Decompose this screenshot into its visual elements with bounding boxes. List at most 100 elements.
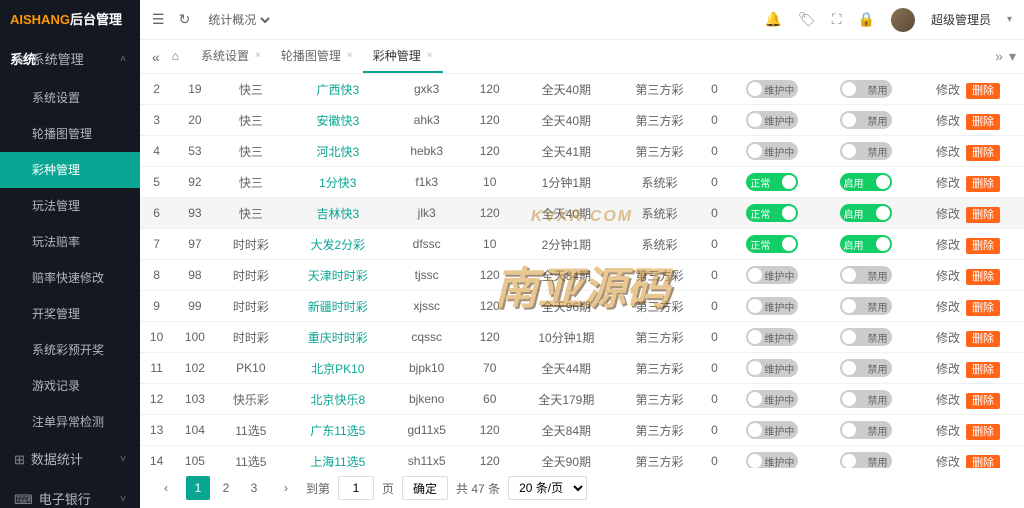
user-name[interactable]: 超级管理员 [931, 11, 991, 28]
modify-button[interactable]: 修改 [936, 393, 960, 407]
lottery-name[interactable]: 1分快3 [285, 167, 391, 198]
status-toggle[interactable]: 正常 [746, 173, 798, 191]
enable-toggle[interactable]: 禁用 [840, 421, 892, 439]
table-row[interactable]: 453快三河北快3hebk3120全天41期第三方彩0维护中禁用修改删除 [140, 136, 1024, 167]
lottery-name[interactable]: 安徽快3 [285, 105, 391, 136]
lock-icon[interactable]: 🔒 [858, 11, 875, 28]
lottery-name[interactable]: 北京快乐8 [285, 384, 391, 415]
delete-button[interactable]: 删除 [966, 424, 1000, 440]
menu-sub-item[interactable]: 赔率快速修改 [0, 260, 140, 296]
table-row[interactable]: 219快三广西快3gxk3120全天40期第三方彩0维护中禁用修改删除 [140, 74, 1024, 105]
status-toggle[interactable]: 维护中 [746, 328, 798, 346]
menu-group[interactable]: ⌨电子银行˅ [0, 480, 140, 508]
status-toggle[interactable]: 维护中 [746, 142, 798, 160]
table-row[interactable]: 1310411选5广东11选5gd11x5120全天84期第三方彩0维护中禁用修… [140, 415, 1024, 446]
pager-go-button[interactable]: 确定 [402, 476, 448, 500]
enable-toggle[interactable]: 禁用 [840, 328, 892, 346]
enable-toggle[interactable]: 禁用 [840, 297, 892, 315]
enable-toggle[interactable]: 禁用 [840, 111, 892, 129]
menu-sub-item[interactable]: 系统设置 [0, 80, 140, 116]
menu-group[interactable]: ⚙系统管理˄ [0, 40, 140, 80]
pager-prev[interactable]: ‹ [154, 476, 178, 500]
delete-button[interactable]: 删除 [966, 207, 1000, 223]
lottery-name[interactable]: 大发2分彩 [285, 229, 391, 260]
delete-button[interactable]: 删除 [966, 83, 1000, 99]
tab-close-icon[interactable]: × [347, 50, 353, 61]
modify-button[interactable]: 修改 [936, 455, 960, 469]
menu-sub-item[interactable]: 开奖管理 [0, 296, 140, 332]
status-toggle[interactable]: 维护中 [746, 390, 798, 408]
delete-button[interactable]: 删除 [966, 238, 1000, 254]
pager-page[interactable]: 3 [242, 476, 266, 500]
delete-button[interactable]: 删除 [966, 176, 1000, 192]
delete-button[interactable]: 删除 [966, 393, 1000, 409]
status-toggle[interactable]: 维护中 [746, 421, 798, 439]
menu-sub-item[interactable]: 玩法赔率 [0, 224, 140, 260]
delete-button[interactable]: 删除 [966, 331, 1000, 347]
pager-next[interactable]: › [274, 476, 298, 500]
pager-jump-input[interactable] [338, 476, 374, 500]
status-toggle[interactable]: 维护中 [746, 266, 798, 284]
lottery-name[interactable]: 北京PK10 [285, 353, 391, 384]
status-toggle[interactable]: 维护中 [746, 452, 798, 468]
lottery-name[interactable]: 上海11选5 [285, 446, 391, 469]
table-row[interactable]: 693快三吉林快3jlk3120全天40期系统彩0正常启用修改删除 [140, 198, 1024, 229]
lottery-name[interactable]: 河北快3 [285, 136, 391, 167]
chevron-down-icon[interactable]: ▾ [1007, 14, 1012, 25]
menu-toggle-icon[interactable]: ☰ [152, 11, 165, 28]
pager-page[interactable]: 2 [214, 476, 238, 500]
menu-sub-item[interactable]: 彩种管理 [0, 152, 140, 188]
enable-toggle[interactable]: 禁用 [840, 80, 892, 98]
modify-button[interactable]: 修改 [936, 362, 960, 376]
tab-home[interactable]: ⌂ [164, 41, 187, 73]
status-toggle[interactable]: 维护中 [746, 111, 798, 129]
expand-icon[interactable]: ⛶ [832, 11, 842, 28]
tab[interactable]: 系统设置 × [191, 41, 271, 73]
enable-toggle[interactable]: 禁用 [840, 390, 892, 408]
pager-page[interactable]: 1 [186, 476, 210, 500]
delete-button[interactable]: 删除 [966, 455, 1000, 469]
table-row[interactable]: 797时时彩大发2分彩dfssc102分钟1期系统彩0正常启用修改删除 [140, 229, 1024, 260]
modify-button[interactable]: 修改 [936, 424, 960, 438]
modify-button[interactable]: 修改 [936, 114, 960, 128]
delete-button[interactable]: 删除 [966, 362, 1000, 378]
status-toggle[interactable]: 正常 [746, 204, 798, 222]
lottery-name[interactable]: 天津时时彩 [285, 260, 391, 291]
modify-button[interactable]: 修改 [936, 300, 960, 314]
refresh-icon[interactable]: ↻ [179, 11, 191, 28]
tabs-prev-icon[interactable]: « [152, 49, 160, 65]
delete-button[interactable]: 删除 [966, 269, 1000, 285]
enable-toggle[interactable]: 启用 [840, 204, 892, 222]
tabs-next-icon[interactable]: » [995, 48, 1003, 65]
menu-sub-item[interactable]: 游戏记录 [0, 368, 140, 404]
modify-button[interactable]: 修改 [936, 269, 960, 283]
enable-toggle[interactable]: 禁用 [840, 266, 892, 284]
lottery-name[interactable]: 重庆时时彩 [285, 322, 391, 353]
tabs-menu-icon[interactable]: ▾ [1009, 48, 1016, 65]
modify-button[interactable]: 修改 [936, 331, 960, 345]
enable-toggle[interactable]: 禁用 [840, 452, 892, 468]
modify-button[interactable]: 修改 [936, 176, 960, 190]
delete-button[interactable]: 删除 [966, 300, 1000, 316]
enable-toggle[interactable]: 启用 [840, 235, 892, 253]
enable-toggle[interactable]: 启用 [840, 173, 892, 191]
delete-button[interactable]: 删除 [966, 114, 1000, 130]
menu-sub-item[interactable]: 玩法管理 [0, 188, 140, 224]
table-row[interactable]: 1410511选5上海11选5sh11x5120全天90期第三方彩0维护中禁用修… [140, 446, 1024, 469]
status-toggle[interactable]: 正常 [746, 235, 798, 253]
modify-button[interactable]: 修改 [936, 207, 960, 221]
tab[interactable]: 轮播图管理 × [271, 41, 363, 73]
status-toggle[interactable]: 维护中 [746, 297, 798, 315]
tab-close-icon[interactable]: × [255, 50, 261, 61]
table-row[interactable]: 898时时彩天津时时彩tjssc120全天84期第三方彩0维护中禁用修改删除 [140, 260, 1024, 291]
menu-sub-item[interactable]: 系统彩预开奖 [0, 332, 140, 368]
status-toggle[interactable]: 维护中 [746, 359, 798, 377]
lottery-name[interactable]: 广西快3 [285, 74, 391, 105]
table-row[interactable]: 11102PK10北京PK10bjpk1070全天44期第三方彩0维护中禁用修改… [140, 353, 1024, 384]
bell-icon[interactable]: 🔔 [764, 11, 781, 28]
status-toggle[interactable]: 维护中 [746, 80, 798, 98]
tab-close-icon[interactable]: × [427, 50, 433, 61]
menu-sub-item[interactable]: 注单异常检测 [0, 404, 140, 440]
menu-group[interactable]: ⊞数据统计˅ [0, 440, 140, 480]
lottery-name[interactable]: 吉林快3 [285, 198, 391, 229]
